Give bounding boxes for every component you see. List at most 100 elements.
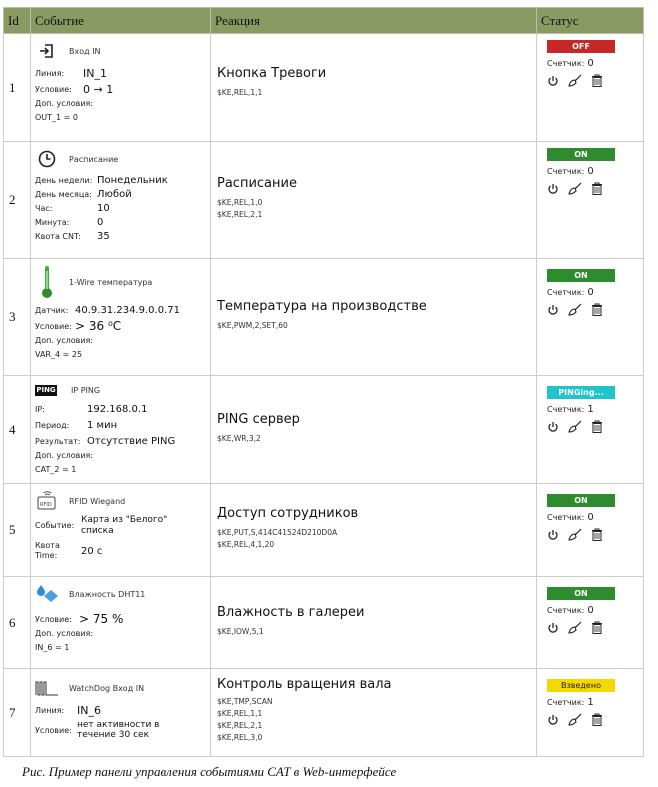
clock-icon — [35, 149, 59, 169]
extra-conditions-value: CAT_2 = 1 — [35, 465, 77, 474]
field-label: Условие: — [35, 321, 72, 331]
counter-value: 0 — [587, 58, 594, 69]
reaction-cell[interactable]: Температура на производстве $KE,PWM,2,SE… — [210, 258, 537, 376]
reaction-cell[interactable]: Доступ сотрудников $KE,PUT,S,414C41524D2… — [210, 483, 537, 577]
field-label: Час: — [35, 203, 53, 213]
trash-icon[interactable] — [591, 74, 603, 87]
status-cell: PINGing... Счетчик: 1 — [536, 375, 644, 484]
field-label: IP: — [35, 404, 45, 414]
event-type: 1-Wire температура — [69, 277, 153, 287]
header-reaction: Реакция — [210, 7, 537, 34]
row-id: 2 — [3, 141, 31, 259]
trash-icon[interactable] — [591, 182, 603, 195]
extra-conditions-value: IN_6 = 1 — [35, 643, 70, 652]
power-icon[interactable] — [547, 622, 559, 634]
field-value: 0 — [97, 216, 104, 228]
event-cell[interactable]: 1-Wire температура Датчик: 40.9.31.234.9.… — [30, 258, 211, 376]
trash-icon[interactable] — [591, 528, 603, 541]
field-value: 10 — [97, 202, 110, 214]
status-cell: ON Счетчик: 0 — [536, 483, 644, 577]
trash-icon[interactable] — [591, 420, 603, 433]
status-cell: ON Счетчик: 0 — [536, 141, 644, 259]
event-cell[interactable]: PING IP PING IP: 192.168.0.1 Период: 1 мин… — [30, 375, 211, 484]
field-label: Условие: — [35, 725, 72, 735]
power-icon[interactable] — [547, 75, 559, 87]
extra-conditions-label: Доп. условия: — [35, 336, 94, 345]
field-label: Датчик: — [35, 305, 69, 315]
power-icon[interactable] — [547, 714, 559, 726]
row-id: 4 — [3, 375, 31, 484]
broom-icon[interactable] — [568, 182, 582, 195]
table-row[interactable]: 3 1-Wire температура Датчик: 40.9.31.234.… — [3, 258, 644, 376]
event-cell[interactable]: Расписание День недели: Понедельник День … — [30, 141, 211, 259]
reaction-title: PING сервер — [217, 412, 300, 427]
status-badge: ON — [547, 587, 615, 600]
trash-icon[interactable] — [591, 621, 603, 634]
broom-icon[interactable] — [568, 303, 582, 316]
reaction-cell[interactable]: Кнопка Тревоги $KE,REL,1,1 — [210, 33, 537, 142]
row-id: 5 — [3, 483, 31, 577]
table-row[interactable]: 2 Расписание День недели: Понедельник Ден… — [3, 141, 644, 259]
field-value: 20 с — [81, 546, 103, 557]
counter-label: Счетчик: — [547, 698, 585, 707]
field-value: 0 → 1 — [83, 82, 114, 96]
counter-label: Счетчик: — [547, 59, 585, 68]
broom-icon[interactable] — [568, 713, 582, 726]
broom-icon[interactable] — [568, 621, 582, 634]
reaction-command: $KE,REL,1,1 — [217, 88, 263, 97]
status-badge: Взведено — [547, 679, 615, 692]
power-icon[interactable] — [547, 529, 559, 541]
row-id: 6 — [3, 576, 31, 669]
table-row[interactable]: 5 RFID RFID Wiegand Событие: Карта из "Бе… — [3, 483, 644, 577]
power-icon[interactable] — [547, 304, 559, 316]
events-table: Id Событие Реакция Статус 1 Вход IN Лини… — [3, 7, 644, 757]
status-badge: OFF — [547, 40, 615, 53]
event-type: RFID Wiegand — [69, 496, 126, 506]
broom-icon[interactable] — [568, 420, 582, 433]
reaction-cell[interactable]: Влажность в галереи $KE,IOW,5,1 — [210, 576, 537, 669]
reaction-title: Контроль вращения вала — [217, 677, 392, 692]
event-type: Влажность DHT11 — [69, 589, 146, 599]
event-type: IP PING — [71, 385, 101, 395]
reaction-title: Температура на производстве — [217, 299, 427, 314]
status-badge: ON — [547, 494, 615, 507]
counter-label: Счетчик: — [547, 167, 585, 176]
field-label: Событие: — [35, 521, 75, 530]
counter-value: 0 — [587, 512, 594, 523]
reaction-cell[interactable]: Контроль вращения вала $KE,TMP,SCAN $KE,… — [210, 668, 537, 757]
broom-icon[interactable] — [568, 74, 582, 87]
power-icon[interactable] — [547, 183, 559, 195]
trash-icon[interactable] — [591, 303, 603, 316]
broom-icon[interactable] — [568, 528, 582, 541]
thermometer-icon — [35, 266, 59, 298]
field-label: День месяца: — [35, 189, 92, 199]
field-value: Понедельник — [97, 174, 168, 186]
reaction-command: $KE,TMP,SCAN — [217, 697, 273, 706]
humidity-icon — [35, 584, 59, 604]
event-type: Расписание — [69, 154, 119, 164]
power-icon[interactable] — [547, 421, 559, 433]
status-cell: OFF Счетчик: 0 — [536, 33, 644, 142]
reaction-cell[interactable]: PING сервер $KE,WR,3,2 — [210, 375, 537, 484]
table-row[interactable]: 6 Влажность DHT11 Условие: > 75 % Доп. ус… — [3, 576, 644, 669]
table-row[interactable]: 4 PING IP PING IP: 192.168.0.1 Период: 1 м… — [3, 375, 644, 484]
table-row[interactable]: 7 WatchDog Вход IN Линия: IN_6 Условие: не… — [3, 668, 644, 757]
reaction-cell[interactable]: Расписание $KE,REL,1,0 $KE,REL,2,1 — [210, 141, 537, 259]
reaction-command: $KE,REL,4,1,20 — [217, 540, 275, 549]
field-label: Линия: — [35, 705, 65, 715]
trash-icon[interactable] — [591, 713, 603, 726]
event-cell[interactable]: Влажность DHT11 Условие: > 75 % Доп. усло… — [30, 576, 211, 669]
event-cell[interactable]: WatchDog Вход IN Линия: IN_6 Условие: нет … — [30, 668, 211, 757]
reaction-command: $KE,REL,2,1 — [217, 721, 263, 730]
counter-value: 1 — [587, 404, 594, 415]
event-cell[interactable]: RFID RFID Wiegand Событие: Карта из "Бело… — [30, 483, 211, 577]
reaction-command: $KE,WR,3,2 — [217, 434, 261, 443]
field-label: День недели: — [35, 175, 93, 185]
field-value: IN_6 — [77, 703, 101, 717]
extra-conditions-label: Доп. условия: — [35, 99, 94, 108]
counter-label: Счетчик: — [547, 513, 585, 522]
status-badge: ON — [547, 148, 615, 161]
event-cell[interactable]: Вход IN Линия: IN_1 Условие: 0 → 1 Доп. ус… — [30, 33, 211, 142]
watchdog-pulse-icon — [35, 678, 59, 698]
table-row[interactable]: 1 Вход IN Линия: IN_1 Условие: 0 → 1 Доп. … — [3, 33, 644, 142]
